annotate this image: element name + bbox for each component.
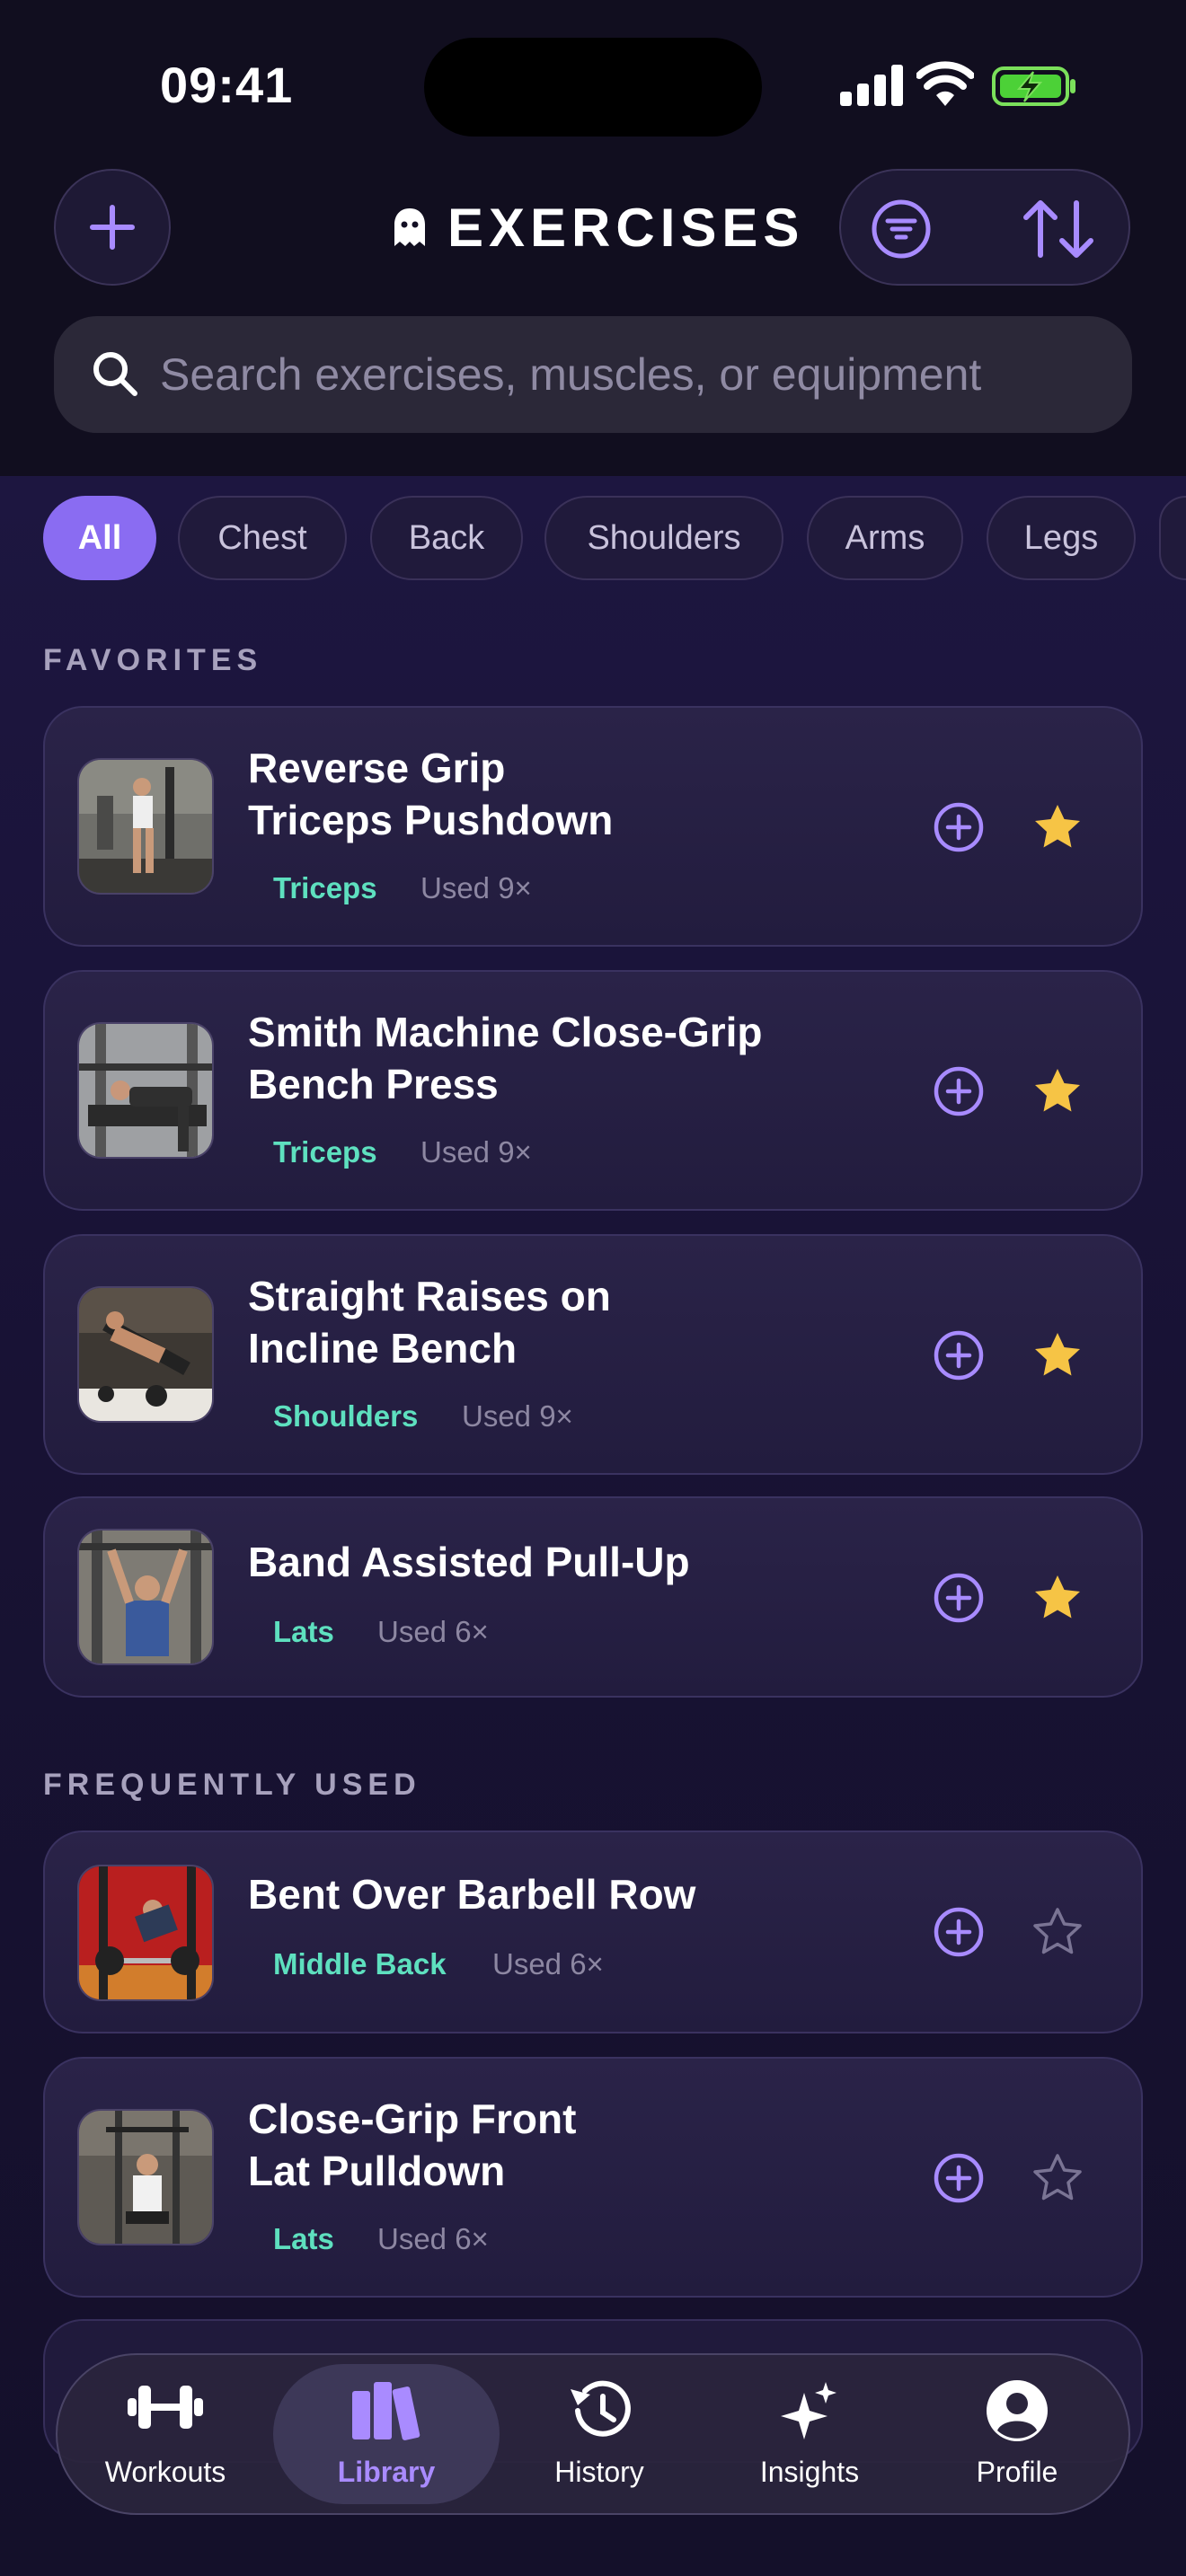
cellular-signal-icon <box>840 65 903 106</box>
exercise-name: Bent Over Barbell Row <box>248 1871 696 1918</box>
star-filled-icon[interactable] <box>1031 1572 1084 1624</box>
page-title-group: EXERCISES <box>392 196 804 259</box>
exercise-thumbnail <box>77 758 214 895</box>
star-outline-icon[interactable] <box>1031 2152 1084 2204</box>
battery-charging-icon <box>992 66 1075 106</box>
exercise-name: Band Assisted Pull-Up <box>248 1539 690 1585</box>
section-label-favorites: FAVORITES <box>43 643 263 677</box>
dynamic-island <box>424 38 762 137</box>
books-icon <box>352 2382 420 2440</box>
filter-chip-chest[interactable]: Chest <box>178 496 347 580</box>
ghost-icon <box>394 208 425 246</box>
filter-chip-back[interactable]: Back <box>370 496 523 580</box>
exercise-card[interactable]: Close-Grip Front Lat Pulldown Lats Used … <box>43 2057 1143 2298</box>
usage-count: Used 6× <box>377 2222 489 2255</box>
muscle-tag: Triceps <box>273 871 377 904</box>
exercise-card[interactable]: Reverse Grip Triceps Pushdown Triceps Us… <box>43 706 1143 947</box>
section-label-frequently-used: FREQUENTLY USED <box>43 1768 421 1802</box>
sparkles-icon <box>781 2382 836 2439</box>
person-icon <box>987 2380 1048 2441</box>
search-bar[interactable]: Search exercises, muscles, or equipment <box>54 316 1132 433</box>
usage-count: Used 9× <box>420 871 532 904</box>
tab-label: Profile <box>976 2456 1058 2488</box>
star-filled-icon[interactable] <box>1031 801 1084 853</box>
exercise-card[interactable]: Smith Machine Close-Grip Bench Press Tri… <box>43 970 1143 1211</box>
tab-history[interactable]: History <box>507 2355 692 2513</box>
add-to-workout-icon[interactable] <box>933 1572 985 1624</box>
exercise-card[interactable]: Bent Over Barbell Row Middle Back Used 6… <box>43 1831 1143 2033</box>
exercise-thumbnail <box>77 1286 214 1423</box>
header-actions <box>839 169 1130 286</box>
tab-insights[interactable]: Insights <box>706 2355 913 2513</box>
filter-chip-arms[interactable]: Arms <box>807 496 963 580</box>
page-title: EXERCISES <box>447 197 805 258</box>
add-to-workout-icon[interactable] <box>933 801 985 853</box>
tab-label: History <box>554 2456 644 2488</box>
sort-icon[interactable] <box>1021 198 1098 260</box>
muscle-tag: Middle Back <box>273 1947 447 1981</box>
dumbbell-icon <box>128 2386 203 2429</box>
add-to-workout-icon[interactable] <box>933 1329 985 1381</box>
star-filled-icon[interactable] <box>1031 1065 1084 1117</box>
tab-label: Insights <box>759 2456 860 2488</box>
filter-chip-legs[interactable]: Legs <box>987 496 1136 580</box>
muscle-tag: Shoulders <box>273 1399 419 1433</box>
filter-chip-shoulders[interactable]: Shoulders <box>544 496 783 580</box>
exercise-card[interactable]: Straight Raises on Incline Bench Shoulde… <box>43 1234 1143 1475</box>
usage-count: Used 9× <box>420 1135 532 1169</box>
add-to-workout-icon[interactable] <box>933 1906 985 1958</box>
wifi-icon <box>916 61 974 106</box>
tab-library[interactable]: Library <box>273 2355 500 2513</box>
muscle-tag: Lats <box>273 2222 334 2255</box>
usage-count: Used 9× <box>462 1399 573 1433</box>
status-time: 09:41 <box>160 57 294 113</box>
add-exercise-button[interactable] <box>54 169 171 286</box>
tab-profile[interactable]: Profile <box>927 2355 1107 2513</box>
exercise-name: Straight Raises on Incline Bench <box>248 1273 611 1372</box>
history-icon <box>571 2380 631 2437</box>
filter-chip-all[interactable]: All <box>43 496 156 580</box>
tab-bar: Workouts Library History Insights Profil… <box>56 2353 1130 2515</box>
tab-label: Workouts <box>104 2456 226 2488</box>
star-filled-icon[interactable] <box>1031 1329 1084 1381</box>
exercise-thumbnail <box>77 1529 214 1665</box>
exercise-name: Close-Grip Front Lat Pulldown <box>248 2095 577 2194</box>
search-input[interactable]: Search exercises, muscles, or equipment <box>160 316 981 433</box>
muscle-tag: Triceps <box>273 1135 377 1169</box>
usage-count: Used 6× <box>492 1947 604 1981</box>
usage-count: Used 6× <box>377 1615 489 1648</box>
exercise-thumbnail <box>77 2109 214 2245</box>
filter-chip-overflow[interactable] <box>1159 496 1186 580</box>
tab-label: Library <box>337 2456 436 2488</box>
exercise-thumbnail <box>77 1022 214 1159</box>
exercise-thumbnail <box>77 1865 214 2001</box>
exercise-card[interactable]: Band Assisted Pull-Up Lats Used 6× <box>43 1496 1143 1698</box>
search-icon <box>93 352 137 396</box>
plus-icon <box>90 205 135 250</box>
exercise-name: Smith Machine Close-Grip Bench Press <box>248 1009 763 1107</box>
muscle-tag: Lats <box>273 1615 334 1648</box>
add-to-workout-icon[interactable] <box>933 2152 985 2204</box>
exercise-name: Reverse Grip Triceps Pushdown <box>248 745 614 843</box>
add-to-workout-icon[interactable] <box>933 1065 985 1117</box>
tab-workouts[interactable]: Workouts <box>75 2355 255 2513</box>
filter-icon[interactable] <box>870 198 933 260</box>
star-outline-icon[interactable] <box>1031 1906 1084 1958</box>
